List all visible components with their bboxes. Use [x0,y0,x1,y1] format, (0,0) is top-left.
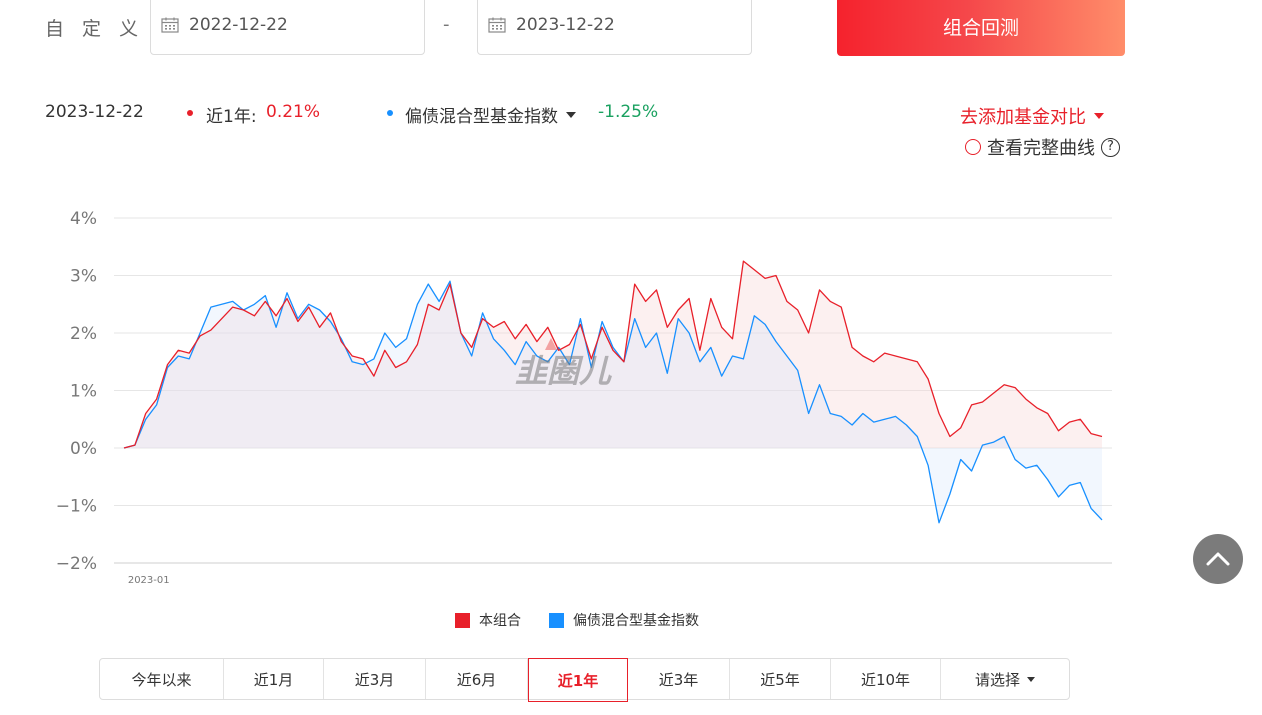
portfolio-period-label: 近1年: [206,107,257,127]
benchmark-dot-icon [387,110,393,116]
period-tab-label: 近3年 [658,670,699,689]
y-tick-label: −2% [56,554,97,574]
period-tab[interactable]: 今年以来 [100,659,224,699]
period-tab[interactable]: 近1月 [224,659,324,699]
series-areas [124,261,1102,523]
return-chart: 4% 3% 2% 1% 0% −1% −2% 2023-012023-09 韭圈儿 [56,209,1112,586]
legend-swatch [455,612,470,628]
period-tab-label: 近1月 [253,670,294,689]
benchmark-selector[interactable]: 偏债混合型基金指数 [405,102,576,127]
help-icon[interactable]: ? [1101,137,1120,157]
period-tab[interactable]: 近10年 [831,659,941,699]
period-tab-label: 近3月 [354,670,395,689]
full-curve-toggle[interactable]: 查看完整曲线 ? [965,134,1120,160]
period-tab[interactable]: 近3年 [628,659,730,699]
back-to-top-button[interactable] [1193,534,1243,584]
calendar-icon [488,17,506,33]
period-selector: 今年以来 近1月 近3月 近6月 近1年 近3年 近5年 近10年 请选择 [99,658,1070,702]
y-tick-label: 3% [70,267,97,287]
period-custom-select[interactable]: 请选择 [941,659,1069,699]
legend-swatch [549,612,564,628]
x-tick-label: 2023-01 [128,575,170,586]
chart-legend: 本组合 偏债混合型基金指数 [455,610,699,630]
y-tick-label: −1% [56,497,97,517]
legend-label: 偏债混合型基金指数 [573,613,699,629]
period-tab[interactable]: 近6月 [426,659,528,699]
y-axis-ticks: 4% 3% 2% 1% 0% −1% −2% [56,209,97,574]
legend-item-benchmark[interactable]: 偏债混合型基金指数 [549,610,699,630]
y-tick-label: 4% [70,209,97,229]
end-date-input[interactable]: 2023-12-22 [477,0,752,55]
period-tab-label: 近6月 [456,670,497,689]
portfolio-dot-icon [187,110,193,116]
watermark-text: 韭圈儿 [515,352,612,390]
hover-date: 2023-12-22 [45,102,144,122]
period-tab[interactable]: 近5年 [730,659,831,699]
y-tick-label: 2% [70,324,97,344]
chevron-down-icon [566,111,576,118]
legend-label: 本组合 [479,613,521,629]
radio-icon[interactable] [965,139,981,155]
period-tab-label: 近1年 [557,671,599,690]
period-tab-label: 近10年 [860,670,911,689]
start-date-value: 2022-12-22 [189,14,288,35]
backtest-button[interactable]: 组合回测 [837,0,1125,56]
series-area [124,281,1102,523]
benchmark-return: -1.25% [598,102,659,122]
calendar-icon [161,17,179,33]
add-fund-compare-dropdown[interactable]: 去添加基金对比 [960,103,1104,129]
start-date-input[interactable]: 2022-12-22 [150,0,425,55]
chevron-up-icon [1206,552,1230,566]
date-separator: - [443,14,450,35]
chevron-down-icon [1094,113,1104,119]
full-curve-label: 查看完整曲线 [987,138,1095,159]
portfolio-return: 0.21% [266,102,321,122]
period-tab[interactable]: 近3月 [324,659,426,699]
period-tab-label: 近5年 [760,670,800,689]
add-compare-label: 去添加基金对比 [960,107,1086,128]
end-date-value: 2023-12-22 [516,14,615,35]
legend-item-portfolio[interactable]: 本组合 [455,610,521,630]
y-tick-label: 0% [70,439,97,459]
x-axis-ticks: 2023-012023-09 [128,575,170,586]
period-tab[interactable]: 近1年 [528,658,628,702]
benchmark-name: 偏债混合型基金指数 [405,107,558,127]
period-tab-label: 请选择 [974,670,1020,689]
y-tick-label: 1% [70,382,97,402]
period-tab-label: 今年以来 [131,670,192,689]
chevron-down-icon [1027,676,1035,682]
